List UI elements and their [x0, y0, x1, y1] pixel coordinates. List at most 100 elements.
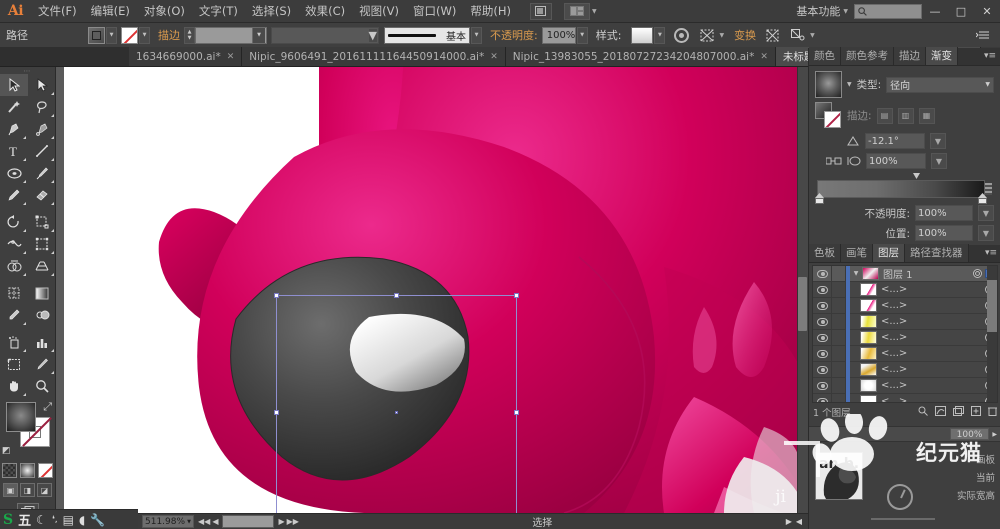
gradient-aspect-input[interactable]: 100% — [866, 153, 926, 169]
comma-icon[interactable]: ❛, — [52, 515, 58, 525]
gradient-midpoint-stop[interactable] — [913, 173, 920, 179]
artboard-next-icon[interactable]: ▶ — [278, 517, 284, 526]
workspace-chevron-icon[interactable]: ▼ — [843, 8, 848, 15]
selection-handle-tl[interactable] — [274, 293, 279, 298]
none-button[interactable] — [38, 463, 53, 478]
rotate-tool[interactable] — [0, 211, 28, 233]
layer-row-4[interactable]: <...> — [813, 329, 997, 346]
ime-mode-label[interactable]: 五 — [18, 510, 31, 529]
annotator-icon[interactable] — [826, 154, 842, 168]
symbol-sprayer-tool[interactable] — [0, 331, 28, 353]
layer-expand-icon-0[interactable]: ▼ — [850, 270, 862, 277]
document-tab-3-close-icon[interactable]: ✕ — [760, 52, 768, 62]
layer-visibility-icon-8[interactable] — [813, 397, 831, 402]
select-similar-icon[interactable] — [788, 26, 807, 45]
menu-help[interactable]: 帮助(H) — [463, 0, 518, 22]
fill-color-swatch[interactable] — [88, 26, 105, 44]
document-tab-3[interactable]: Nipic_13983055_20180727234204807000.ai* … — [505, 47, 776, 66]
select-similar-chevron-icon[interactable]: ▼ — [810, 32, 815, 39]
layers-scrollbar[interactable] — [987, 266, 997, 402]
search-input[interactable] — [854, 3, 922, 19]
menu-view[interactable]: 视图(V) — [352, 0, 406, 22]
rotation-knob[interactable] — [887, 484, 913, 510]
stroke-profile-chevron-icon[interactable]: ▼ — [471, 26, 482, 44]
layer-visibility-icon-5[interactable] — [813, 349, 831, 358]
gradient-angle-chevron-icon[interactable]: ▼ — [930, 133, 946, 149]
status-scroll-left-icon[interactable]: ◀ — [796, 517, 802, 526]
layer-name-1[interactable]: <...> — [881, 284, 981, 295]
canvas-area[interactable] — [56, 67, 808, 513]
gradient-location-chevron-icon[interactable]: ▼ — [978, 225, 994, 241]
layer-visibility-icon-3[interactable] — [813, 317, 831, 326]
draw-normal-button[interactable]: ▣ — [3, 483, 18, 497]
stroke-color-swatch[interactable] — [121, 26, 138, 44]
gradient-fill-stroke-box[interactable] — [815, 102, 842, 129]
selection-bounding-box[interactable] — [274, 293, 519, 513]
layer-visibility-icon-1[interactable] — [813, 285, 831, 294]
layer-name-5[interactable]: <...> — [881, 348, 981, 359]
layer-name-8[interactable]: <...> — [881, 396, 981, 402]
navigator-thumbnail[interactable]: an.b. — [815, 452, 863, 500]
stroke-profile-dropdown[interactable]: 基本 — [384, 26, 470, 44]
graphic-style-swatch[interactable] — [631, 26, 654, 44]
layer-row-1[interactable]: <...> — [813, 281, 997, 298]
gradient-stop-start[interactable] — [815, 193, 824, 204]
layer-name-7[interactable]: <...> — [881, 380, 981, 391]
toolbar-grip[interactable]: ⋯ — [0, 67, 55, 75]
perspective-grid-tool[interactable] — [28, 255, 56, 277]
gradient-tool[interactable] — [28, 282, 56, 304]
menu-window[interactable]: 窗口(W) — [406, 0, 463, 22]
gradient-opacity-input[interactable]: 100% — [915, 205, 973, 221]
layers-scroll-thumb[interactable] — [987, 280, 997, 332]
workspace-label[interactable]: 基本功能 — [793, 3, 843, 19]
gradient-preview-swatch[interactable] — [815, 71, 842, 98]
artboard-tool[interactable] — [0, 353, 28, 375]
hand-tool[interactable] — [0, 375, 28, 397]
free-transform-tool[interactable] — [28, 233, 56, 255]
default-fill-stroke-icon[interactable]: ◩ — [2, 446, 11, 456]
current-tool-label[interactable]: 选择 — [299, 514, 786, 529]
layer-visibility-icon-2[interactable] — [813, 301, 831, 310]
eraser-tool[interactable] — [28, 184, 56, 206]
paintbrush-tool[interactable] — [28, 162, 56, 184]
direct-selection-tool[interactable] — [28, 74, 56, 96]
create-new-sublayer-icon[interactable] — [953, 405, 964, 419]
menu-select[interactable]: 选择(S) — [245, 0, 298, 22]
fill-color-box[interactable] — [6, 402, 36, 432]
gradient-location-input[interactable]: 100% — [915, 225, 973, 241]
minimize-button[interactable]: — — [922, 0, 948, 22]
blend-tool[interactable] — [28, 304, 56, 326]
gradient-angle-input[interactable]: -12.1° — [865, 133, 925, 149]
lasso-tool[interactable] — [28, 96, 56, 118]
document-tab-1[interactable]: 1634669000.ai* ✕ — [128, 47, 243, 66]
layer-visibility-icon-4[interactable] — [813, 333, 831, 342]
tab-pathfinder[interactable]: 路径查找器 — [905, 244, 969, 262]
status-scroll-right-icon[interactable]: ▶ — [786, 517, 792, 526]
layer-lock-toggle-8[interactable] — [831, 393, 846, 402]
menu-object[interactable]: 对象(O) — [137, 0, 192, 22]
delete-selection-icon[interactable] — [988, 406, 997, 419]
ellipse-tool[interactable] — [0, 162, 28, 184]
layer-name-4[interactable]: <...> — [881, 332, 981, 343]
stroke-gradient-across-icon[interactable]: ▦ — [918, 107, 935, 124]
layer-row-6[interactable]: <...> — [813, 361, 997, 378]
layer-name-2[interactable]: <...> — [881, 300, 981, 311]
stroke-gradient-within-icon[interactable]: ▤ — [876, 107, 893, 124]
layer-visibility-icon-0[interactable] — [813, 269, 831, 278]
selection-handle-tc[interactable] — [393, 293, 399, 298]
layer-lock-toggle-1[interactable] — [831, 281, 846, 298]
gradient-panel-menu-icon[interactable]: ▾≡ — [980, 47, 1000, 65]
layer-row-0[interactable]: ▼ 图层 1 — [813, 266, 997, 282]
align-icon[interactable] — [697, 26, 716, 45]
gradient-ramp-resize-handle[interactable] — [985, 183, 992, 195]
selection-handle-tr[interactable] — [514, 293, 519, 298]
pen-tool[interactable] — [0, 118, 28, 140]
menu-effect[interactable]: 效果(C) — [298, 0, 352, 22]
shaper-tool[interactable] — [0, 184, 28, 206]
selection-handle-mr[interactable] — [514, 410, 519, 415]
stroke-weight-chevron-icon[interactable]: ▼ — [252, 27, 265, 43]
type-tool[interactable]: T — [0, 140, 28, 162]
arrange-documents-icon[interactable] — [563, 2, 590, 20]
gradient-ramp[interactable] — [817, 180, 985, 198]
layer-name-0[interactable]: 图层 1 — [883, 266, 969, 281]
